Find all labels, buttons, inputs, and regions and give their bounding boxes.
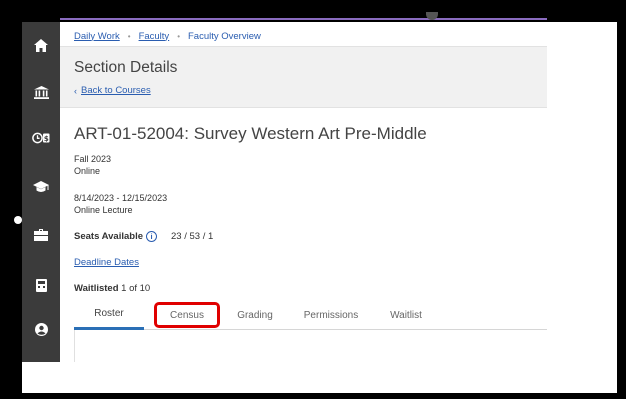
briefcase-icon — [34, 229, 48, 241]
page-header: Section Details ‹ Back to Courses — [60, 46, 547, 108]
screenshot-frame-gap — [547, 22, 617, 393]
screenshot-frame-right-top — [547, 0, 626, 22]
tab-permissions[interactable]: Permissions — [296, 300, 366, 330]
back-to-courses-label: Back to Courses — [81, 85, 151, 96]
section-tabs: Roster Census Grading Permissions Waitli… — [74, 300, 547, 330]
course-term: Fall 2023 — [74, 154, 112, 164]
info-icon[interactable]: i — [146, 231, 158, 242]
sidebar-toggle-handle[interactable] — [14, 216, 22, 224]
screenshot-frame-bottom — [14, 393, 626, 399]
tab-census[interactable]: Census — [154, 302, 220, 328]
tab-content-panel — [74, 330, 547, 362]
sidebar-item-finance[interactable] — [22, 77, 60, 107]
breadcrumb-daily-work[interactable]: Daily Work — [74, 31, 120, 42]
sidebar-item-employment[interactable] — [22, 220, 60, 250]
seats-available: Seats Available i 23 / 53 / 1 — [74, 231, 213, 242]
breadcrumb: Daily Work • Faculty • Faculty Overview — [74, 28, 261, 44]
breadcrumb-faculty-overview[interactable]: Faculty Overview — [188, 31, 261, 42]
breadcrumb-separator: • — [127, 31, 131, 41]
left-sidebar: $ — [22, 22, 60, 362]
sidebar-item-time-pay[interactable]: $ — [22, 123, 60, 153]
user-circle-icon — [34, 322, 48, 336]
sidebar-item-home[interactable] — [22, 30, 60, 60]
course-instruction-method: Online Lecture — [74, 205, 133, 215]
sidebar-item-profile[interactable] — [22, 314, 60, 344]
screenshot-frame-right — [617, 14, 626, 399]
svg-text:$: $ — [44, 135, 49, 143]
home-icon — [34, 38, 48, 52]
course-title: ART-01-52004: Survey Western Art Pre-Mid… — [74, 124, 427, 143]
window-accent-bar — [60, 18, 547, 20]
graduation-cap-icon — [33, 181, 49, 192]
page-title: Section Details — [74, 59, 178, 76]
breadcrumb-faculty[interactable]: Faculty — [139, 31, 170, 42]
sidebar-item-tax[interactable] — [22, 270, 60, 300]
sidebar-item-academics[interactable] — [22, 172, 60, 202]
waitlisted-value: 1 of 10 — [121, 283, 151, 294]
seats-available-value: 23 / 53 / 1 — [171, 231, 214, 242]
tab-grading[interactable]: Grading — [224, 300, 286, 330]
screenshot-frame-left — [0, 0, 22, 399]
back-to-courses-link[interactable]: ‹ Back to Courses — [74, 85, 151, 96]
calculator-icon — [35, 278, 47, 292]
section-details-page: Daily Work • Faculty • Faculty Overview … — [60, 22, 547, 362]
bank-icon — [33, 85, 49, 99]
tab-waitlist[interactable]: Waitlist — [378, 300, 434, 330]
waitlisted-status: Waitlisted 1 of 10 — [74, 283, 150, 294]
course-dates: 8/14/2023 - 12/15/2023 — [74, 193, 168, 203]
breadcrumb-separator: • — [177, 31, 180, 41]
chevron-left-icon: ‹ — [74, 85, 77, 96]
deadline-dates-link[interactable]: Deadline Dates — [74, 257, 139, 268]
tab-roster[interactable]: Roster — [74, 300, 144, 330]
clock-dollar-icon: $ — [32, 132, 50, 144]
seats-available-label: Seats Available — [74, 231, 144, 242]
waitlisted-label: Waitlisted — [74, 283, 119, 294]
course-location: Online — [74, 166, 101, 176]
